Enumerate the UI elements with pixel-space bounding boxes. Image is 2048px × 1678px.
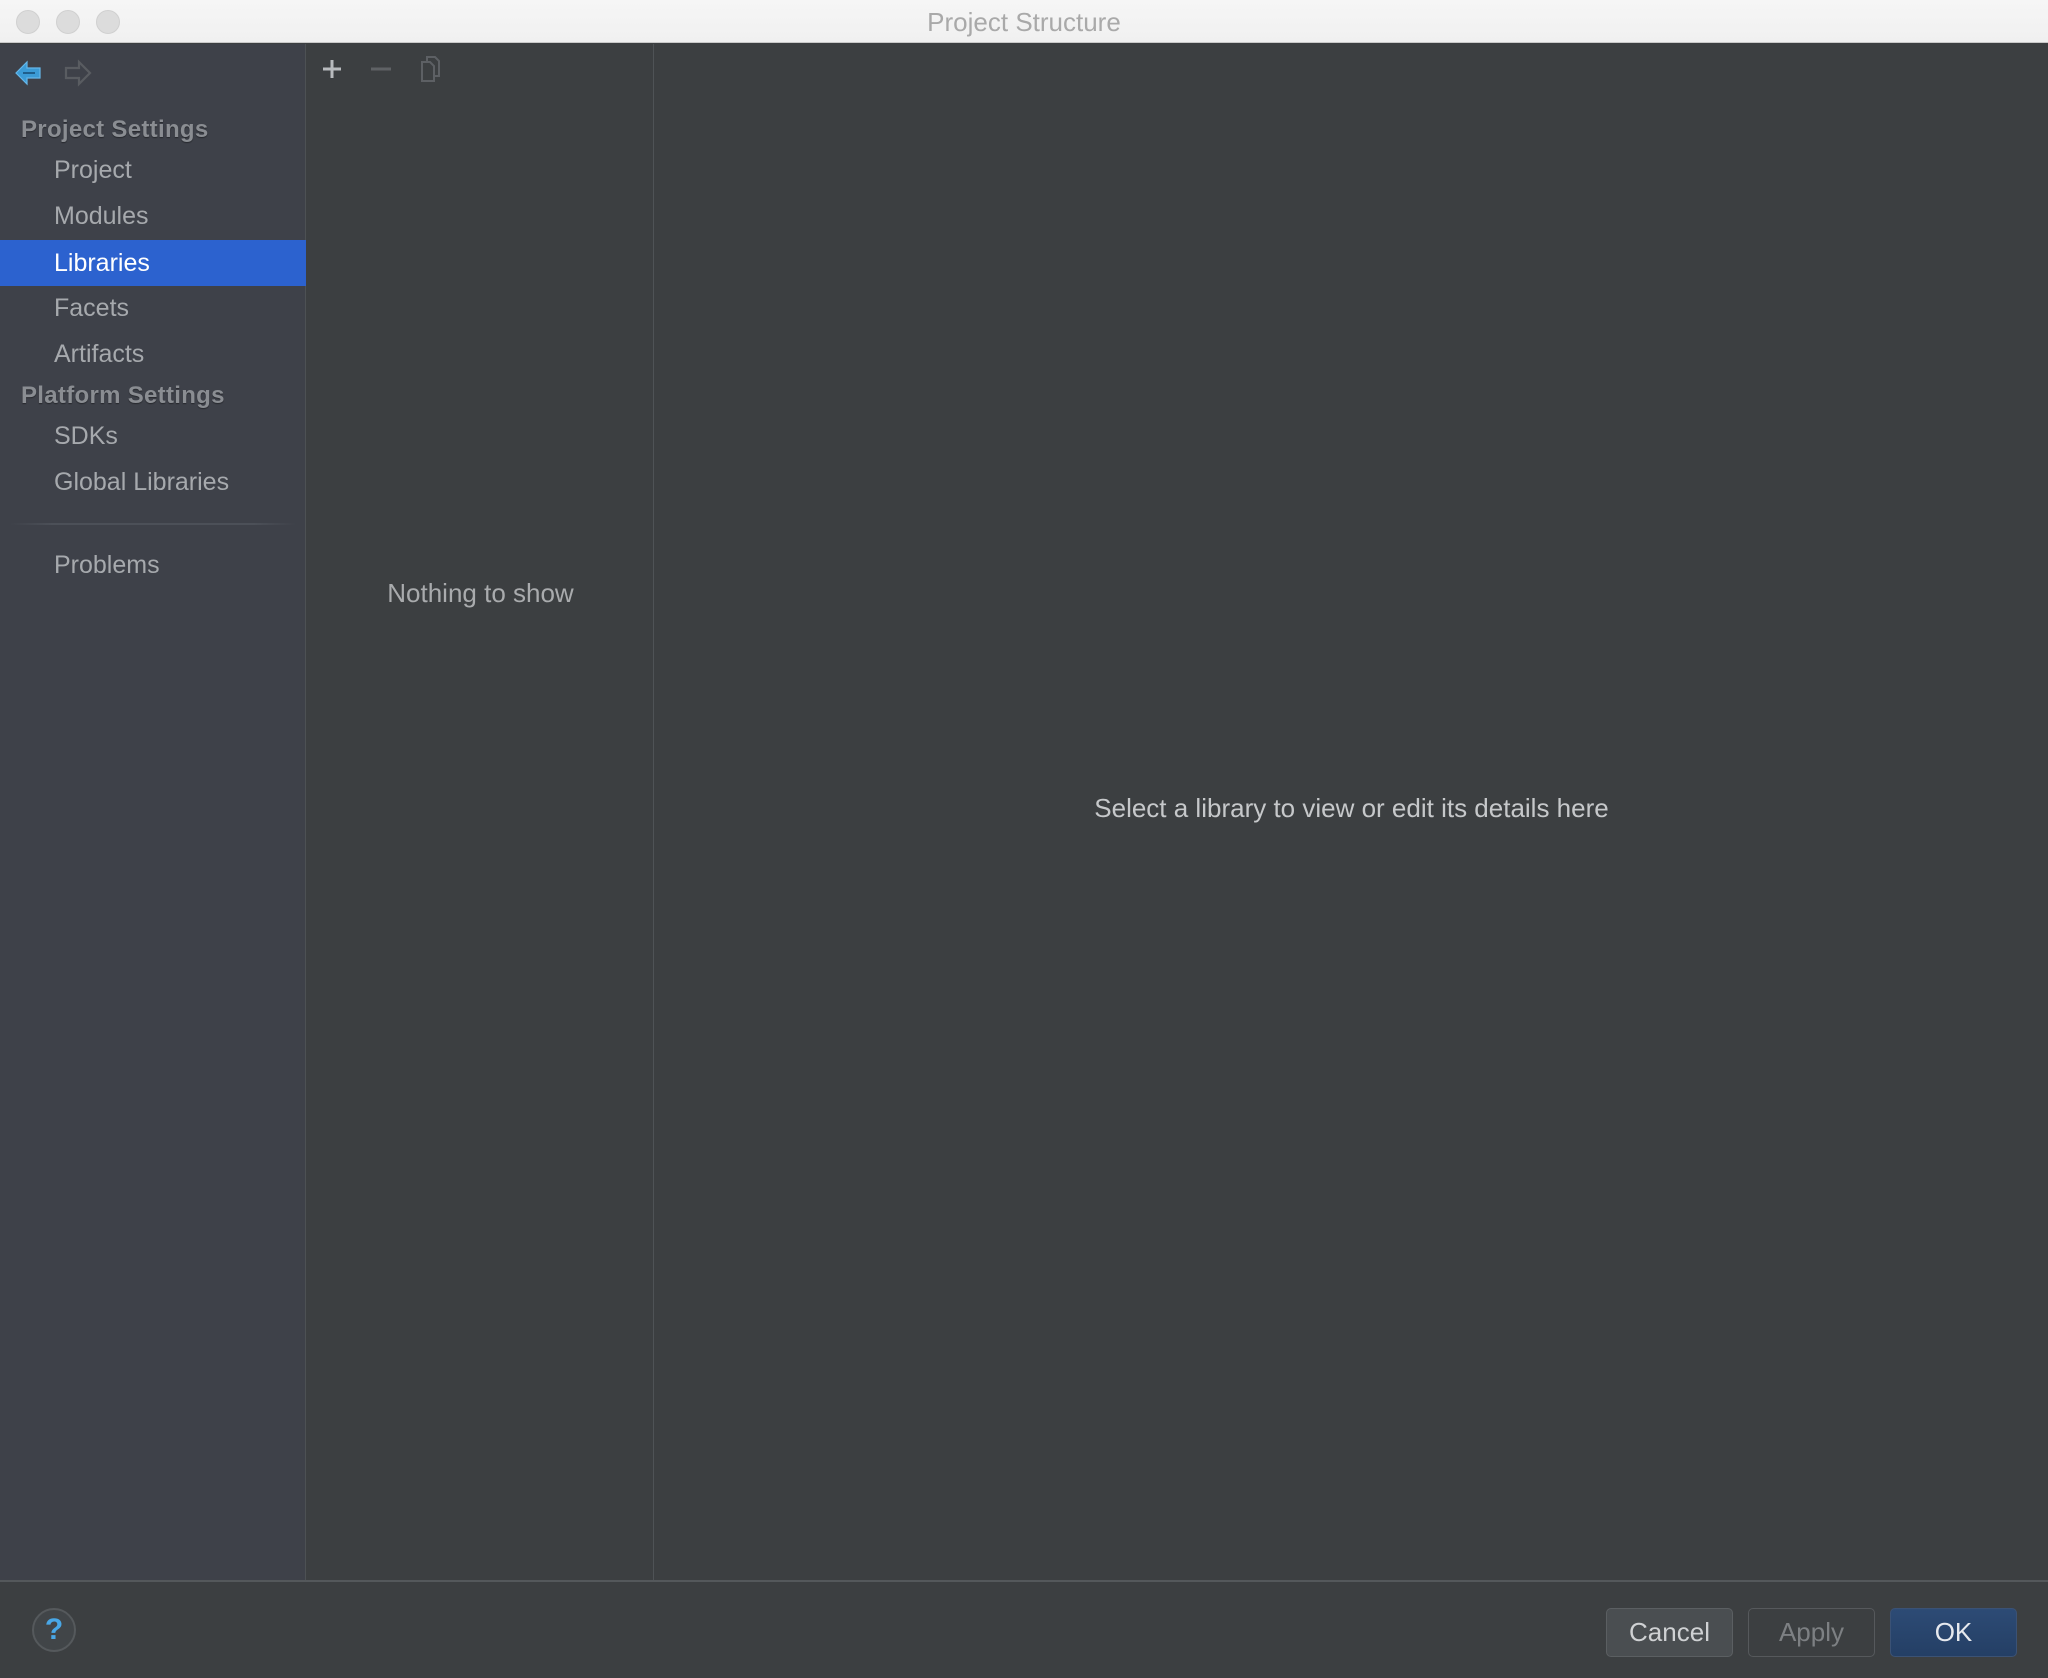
- sidebar-item-problems[interactable]: Problems: [0, 542, 306, 588]
- group-header-platform-settings: Platform Settings: [21, 382, 225, 409]
- arrow-right-icon: [64, 59, 92, 87]
- copy-icon: [421, 56, 440, 82]
- back-button[interactable]: [13, 58, 43, 88]
- cancel-button[interactable]: Cancel: [1606, 1608, 1733, 1657]
- sidebar-item-global-libraries[interactable]: Global Libraries: [0, 459, 306, 505]
- library-list-panel: Nothing to show: [307, 44, 654, 1580]
- sidebar-separator: [10, 523, 296, 525]
- forward-button[interactable]: [63, 58, 93, 88]
- sidebar-item-sdks[interactable]: SDKs: [0, 413, 306, 459]
- details-placeholder-text: Select a library to view or edit its det…: [1094, 793, 1609, 823]
- remove-library-button[interactable]: [366, 54, 396, 84]
- copy-library-button[interactable]: [416, 54, 446, 84]
- window-title: Project Structure: [927, 7, 1121, 37]
- sidebar-item-facets[interactable]: Facets: [0, 285, 306, 331]
- project-structure-dialog: Project Structure Project Settings Proje…: [0, 0, 2048, 1678]
- add-library-button[interactable]: [317, 54, 347, 84]
- arrow-left-icon: [15, 60, 41, 86]
- empty-list-text: Nothing to show: [387, 578, 574, 608]
- title-bar: Project Structure: [0, 0, 2048, 43]
- minus-icon: [371, 67, 391, 71]
- dialog-footer: ? Cancel Apply OK: [0, 1580, 2048, 1678]
- sidebar-item-modules[interactable]: Modules: [0, 193, 306, 239]
- apply-button[interactable]: Apply: [1748, 1608, 1875, 1657]
- plus-icon: [323, 60, 341, 78]
- sidebar: Project Settings Project Modules Librari…: [0, 44, 306, 1580]
- help-button[interactable]: ?: [32, 1608, 76, 1652]
- sidebar-item-libraries[interactable]: Libraries: [0, 240, 306, 286]
- ok-button[interactable]: OK: [1890, 1608, 2017, 1657]
- sidebar-item-artifacts[interactable]: Artifacts: [0, 331, 306, 377]
- library-details-panel: Select a library to view or edit its det…: [655, 44, 2048, 1580]
- help-icon: ?: [44, 1613, 64, 1646]
- sidebar-item-project[interactable]: Project: [0, 147, 306, 193]
- group-header-project-settings: Project Settings: [21, 116, 209, 143]
